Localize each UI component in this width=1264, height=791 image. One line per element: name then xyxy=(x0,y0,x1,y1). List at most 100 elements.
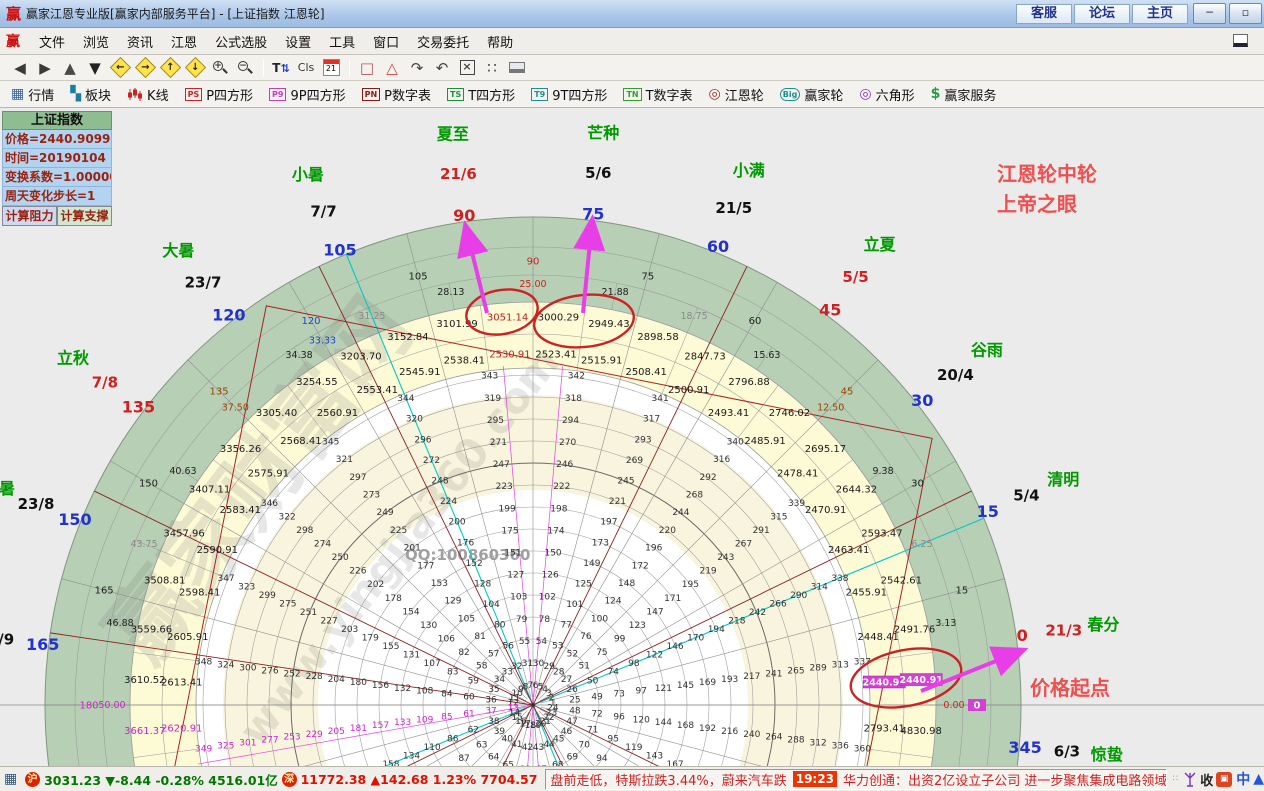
align-dots-button[interactable]: ∷ xyxy=(480,57,504,79)
app-tray-icon-zhong[interactable]: 中 xyxy=(1236,769,1250,789)
cls-button[interactable]: Cls xyxy=(294,57,318,79)
diamond-left-button[interactable]: ← xyxy=(108,57,132,79)
svg-text:225: 225 xyxy=(390,526,407,536)
gann-wheel-chart[interactable]: 赢家财富网www.yingjia360.comQQ:10086036012345… xyxy=(0,108,1264,766)
app-tray-icon-arrow[interactable]: ▲ xyxy=(1253,771,1264,787)
status-bar: ▦ 沪 3031.23 ▼-8.44 -0.28% 4516.01亿 深 117… xyxy=(0,766,1264,791)
p-square-button[interactable]: PSP四方形 xyxy=(182,83,256,106)
gann-wheel-button[interactable]: ◎江恩轮 xyxy=(706,83,767,106)
shenzhen-index[interactable]: 11772.38 ▲142.68 1.23% 7704.57 xyxy=(301,772,538,787)
shenzhen-badge: 深 xyxy=(282,772,297,787)
delete-box-button[interactable]: × xyxy=(455,57,479,79)
svg-text:0.00: 0.00 xyxy=(943,700,964,711)
svg-text:50.00: 50.00 xyxy=(98,700,125,711)
menu-item-交易委托[interactable]: 交易委托 xyxy=(408,29,478,54)
quotes-button[interactable]: ▦行情 xyxy=(8,83,57,106)
svg-text:172: 172 xyxy=(632,561,649,571)
rotate-ccw-button[interactable]: ↶ xyxy=(430,57,454,79)
valley-mark-button[interactable]: ▼ xyxy=(83,57,107,79)
svg-text:298: 298 xyxy=(296,526,313,536)
zoom-in-button[interactable]: + xyxy=(208,57,232,79)
diamond-right-button[interactable]: → xyxy=(133,57,157,79)
svg-text:60: 60 xyxy=(749,316,762,327)
diamond-up-button[interactable]: ↑ xyxy=(158,57,182,79)
winner-service-button[interactable]: $赢家服务 xyxy=(928,83,1000,106)
shanghai-index[interactable]: 3031.23 ▼-8.44 -0.28% 4516.01亿 xyxy=(44,770,278,789)
svg-text:97: 97 xyxy=(636,687,647,697)
kline-button[interactable]: K线 xyxy=(124,83,172,106)
menu-item-浏览[interactable]: 浏览 xyxy=(74,29,118,54)
svg-text:2530.91: 2530.91 xyxy=(489,349,530,360)
titlebar-link-客服[interactable]: 客服 xyxy=(1016,4,1072,24)
svg-text:321: 321 xyxy=(336,455,353,465)
svg-text:119: 119 xyxy=(625,743,642,753)
svg-text:31.25: 31.25 xyxy=(358,311,385,322)
quotes-label: 行情 xyxy=(28,85,54,104)
svg-text:108: 108 xyxy=(416,687,433,697)
rotate-cw-button[interactable]: ↷ xyxy=(405,57,429,79)
svg-text:2620.91: 2620.91 xyxy=(161,724,202,735)
quote-grid-icon[interactable]: ▦ xyxy=(4,771,17,787)
nav-left-button[interactable]: ◀ xyxy=(8,57,32,79)
titlebar-link-主页[interactable]: 主页 xyxy=(1132,4,1188,24)
t-updown-button[interactable]: T⇅ xyxy=(269,57,293,79)
svg-text:立秋: 立秋 xyxy=(57,348,90,367)
svg-text:192: 192 xyxy=(699,724,716,734)
diamond-down-button[interactable]: ↓ xyxy=(183,57,207,79)
peak-mark-button[interactable]: ▲ xyxy=(58,57,82,79)
titlebar-buttons: 客服论坛主页─▫ xyxy=(1016,3,1262,24)
svg-text:79: 79 xyxy=(516,615,528,625)
app-logo-icon: 赢 xyxy=(6,3,21,24)
menu-item-帮助[interactable]: 帮助 xyxy=(478,29,522,54)
news-ticker[interactable]: 盘前走低，特斯拉跌3.44%，蔚来汽车跌 19:23 华力创通：出资2亿设立子公… xyxy=(545,769,1166,790)
svg-text:26: 26 xyxy=(566,685,578,695)
winner-wheel-button[interactable]: Big赢家轮 xyxy=(777,83,847,106)
svg-text:45: 45 xyxy=(819,300,841,319)
menu-item-设置[interactable]: 设置 xyxy=(276,29,320,54)
svg-text:2644.32: 2644.32 xyxy=(836,484,877,495)
svg-text:54: 54 xyxy=(536,637,548,647)
svg-text:45: 45 xyxy=(841,387,854,398)
minimize-button[interactable]: ─ xyxy=(1193,3,1226,24)
t-table-button[interactable]: TNT数字表 xyxy=(620,83,695,106)
svg-text:155: 155 xyxy=(382,642,399,652)
svg-text:319: 319 xyxy=(484,394,501,404)
shanghai-badge: 沪 xyxy=(25,772,40,787)
nav-right-button[interactable]: ▶ xyxy=(33,57,57,79)
t-square-button[interactable]: TST四方形 xyxy=(444,83,518,106)
maximize-button[interactable]: ▫ xyxy=(1229,3,1262,24)
svg-text:104: 104 xyxy=(483,600,500,610)
9t-square-button[interactable]: T99T四方形 xyxy=(528,83,610,106)
menu-item-工具[interactable]: 工具 xyxy=(320,29,364,54)
menu-item-公式选股[interactable]: 公式选股 xyxy=(206,29,276,54)
menu-item-江恩[interactable]: 江恩 xyxy=(162,29,206,54)
p-table-button[interactable]: PNP数字表 xyxy=(359,83,434,106)
titlebar-link-论坛[interactable]: 论坛 xyxy=(1074,4,1130,24)
sectors-button[interactable]: ▚板块 xyxy=(67,83,114,106)
p-table-icon: PN xyxy=(362,88,381,101)
menu-item-文件[interactable]: 文件 xyxy=(30,29,74,54)
svg-text:252: 252 xyxy=(283,669,300,679)
svg-text:34: 34 xyxy=(494,675,506,685)
svg-text:3457.96: 3457.96 xyxy=(163,528,204,539)
calc-button-0[interactable]: 计算阻力 xyxy=(2,206,57,226)
svg-text:2796.88: 2796.88 xyxy=(728,377,769,388)
9p-square-button[interactable]: P99P四方形 xyxy=(266,83,349,106)
zoom-out-button[interactable]: − xyxy=(233,57,257,79)
app-tray-icon-red[interactable]: ▣ xyxy=(1216,772,1232,787)
svg-text:221: 221 xyxy=(609,497,626,507)
mdi-window-icon[interactable] xyxy=(1233,34,1248,47)
svg-text:2575.91: 2575.91 xyxy=(248,468,289,479)
svg-text:12.50: 12.50 xyxy=(817,402,844,413)
menu-item-资讯[interactable]: 资讯 xyxy=(118,29,162,54)
triangle-tool-button[interactable]: △ xyxy=(380,57,404,79)
svg-text:109: 109 xyxy=(416,715,433,725)
square-tool-button[interactable]: □ xyxy=(355,57,379,79)
kline-icon xyxy=(127,87,143,102)
svg-text:248: 248 xyxy=(431,476,448,486)
hexagon-button[interactable]: ◎六角形 xyxy=(856,83,917,106)
calc-button-1[interactable]: 计算支撑 xyxy=(57,206,112,226)
menu-item-窗口[interactable]: 窗口 xyxy=(364,29,408,54)
monitor-button[interactable] xyxy=(505,57,529,79)
calendar-button[interactable]: 21 xyxy=(319,57,343,79)
